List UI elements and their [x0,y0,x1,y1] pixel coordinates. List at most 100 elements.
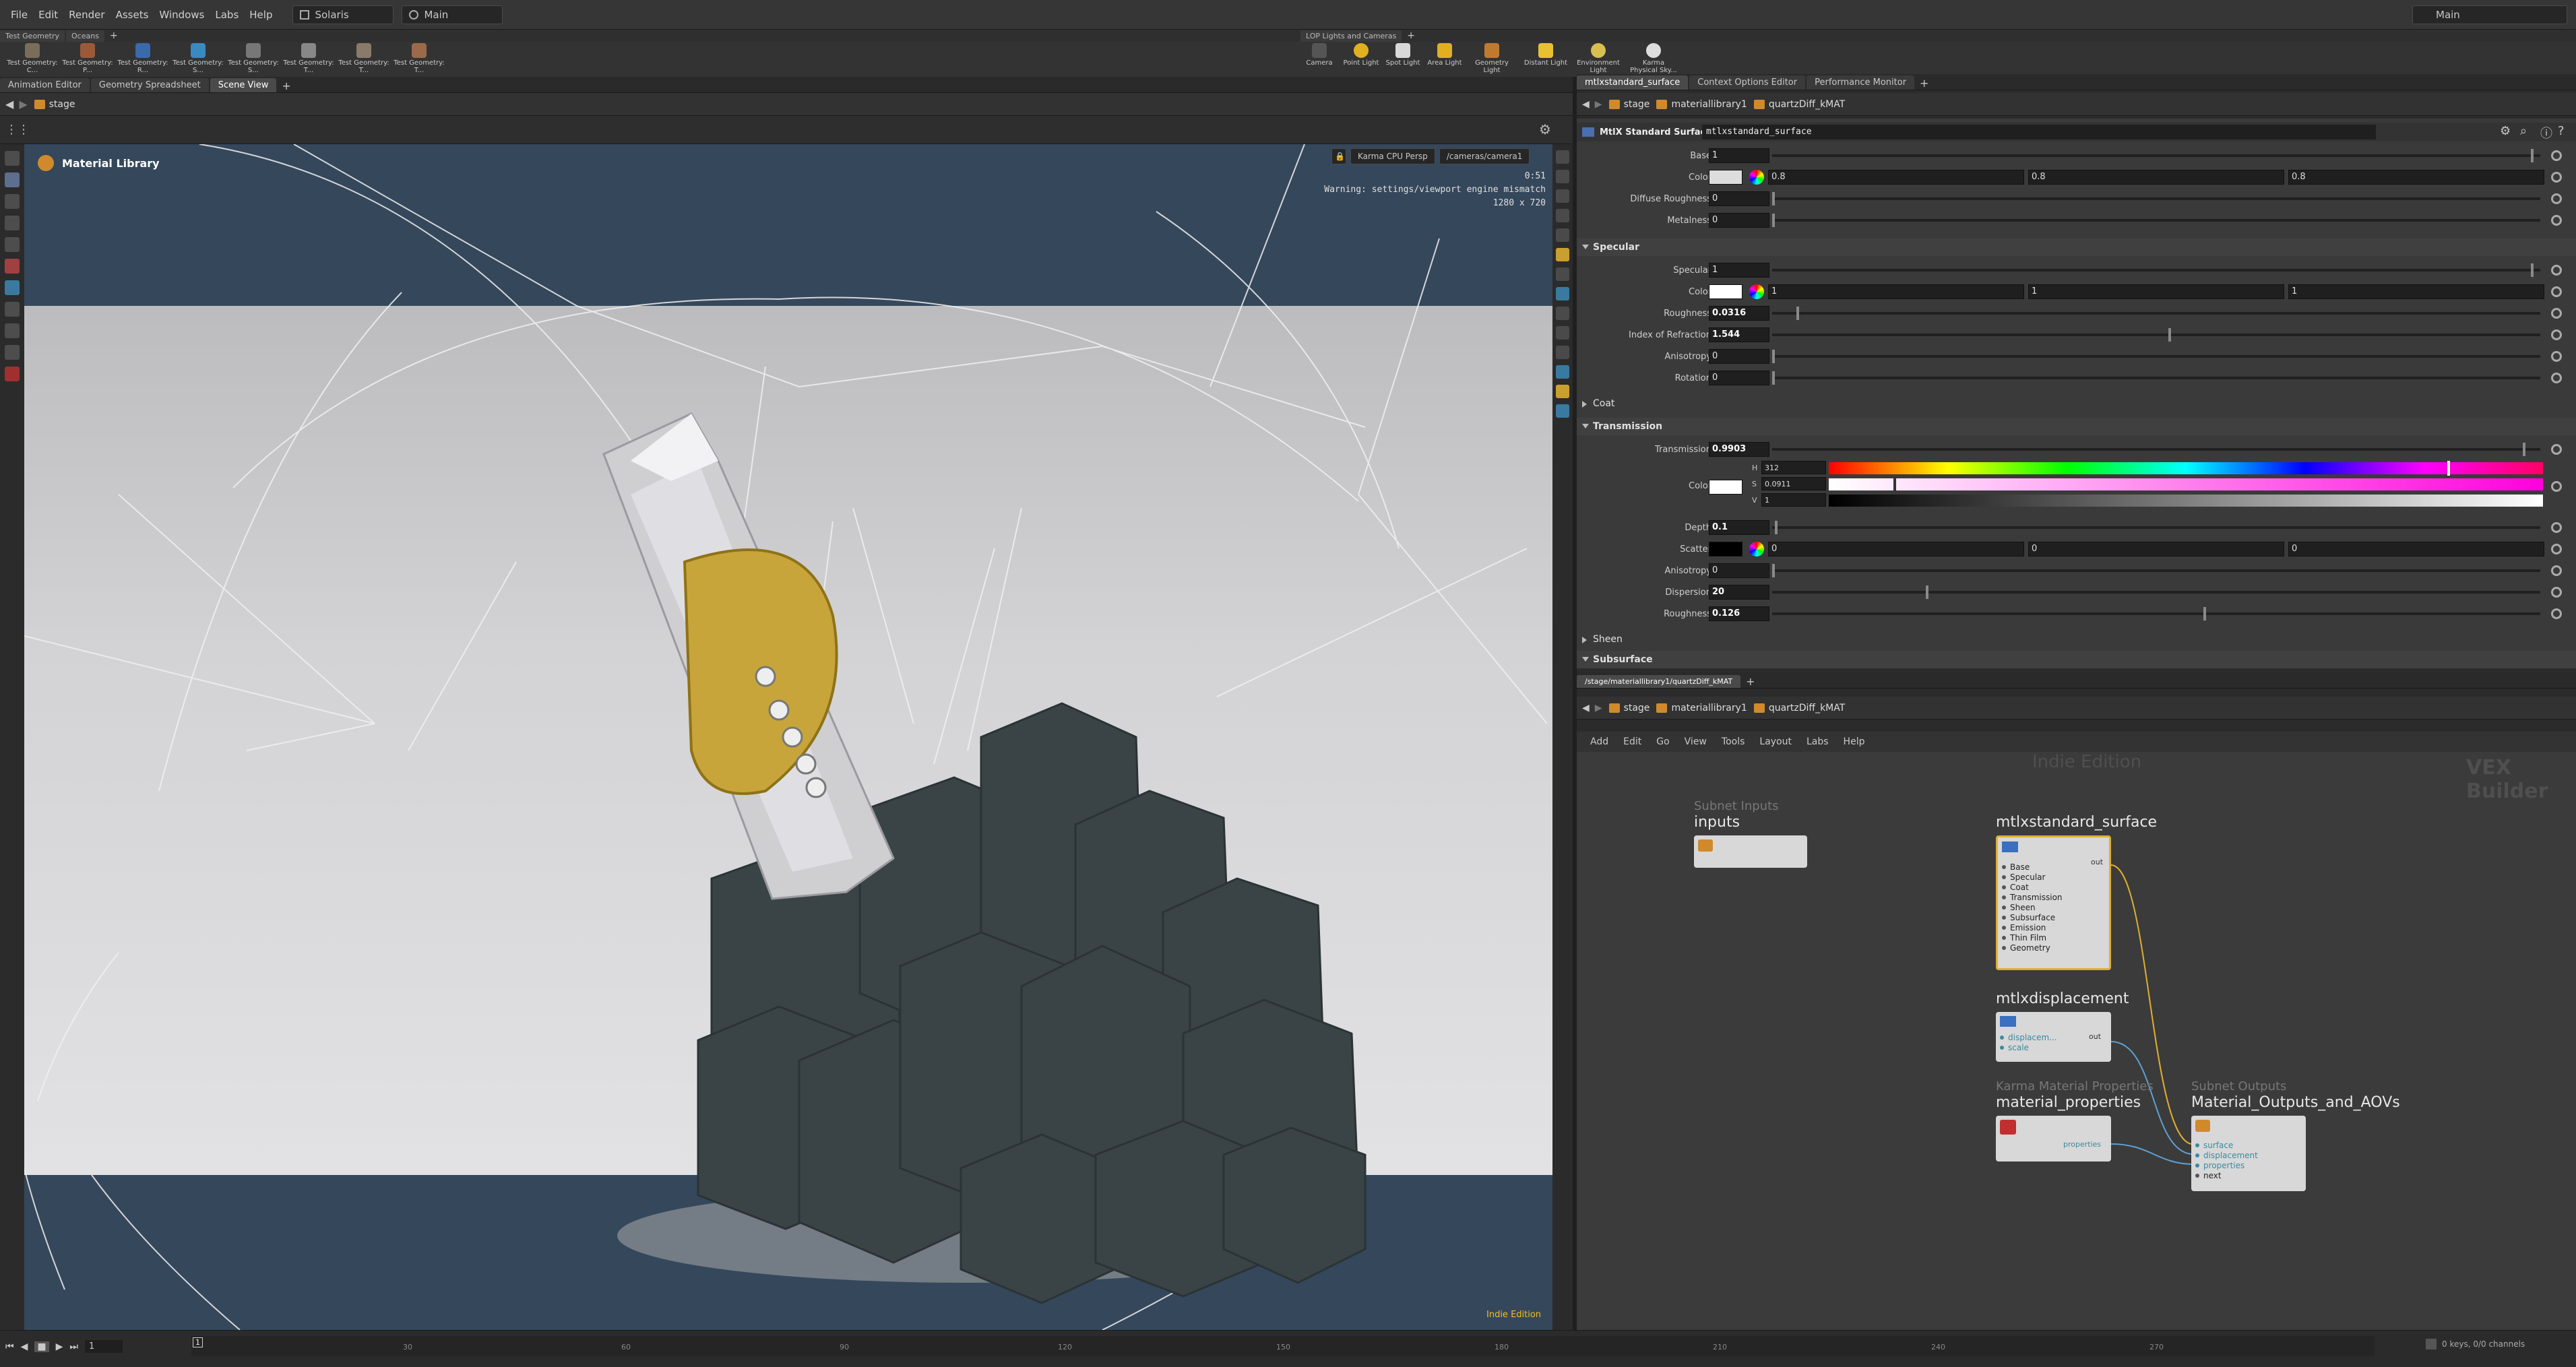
scene-viewport[interactable]: Material Library 🔒 Karma CPU Persp /came… [24,144,1552,1330]
add-tab-icon[interactable]: + [282,80,290,92]
view-tool-icon[interactable] [5,280,20,295]
color-b-field[interactable]: 1 [2288,284,2544,299]
color-r-field[interactable]: 1 [1768,284,2024,299]
camera-tool-icon[interactable] [5,345,20,360]
breadcrumb-material[interactable]: quartzDiff_kMAT [1753,99,1845,110]
shelf-tool-6[interactable]: Test Geometry: T... [338,42,389,77]
port-scale[interactable]: scale [2000,1042,2057,1052]
gear-icon[interactable] [2551,608,2562,619]
shelf-tool-4[interactable]: Test Geometry: S... [228,42,279,77]
tab-geometry-spreadsheet[interactable]: Geometry Spreadsheet [90,78,209,92]
transmission-field[interactable]: 0.9903 [1709,442,1769,457]
desktop-select[interactable]: Solaris [292,5,394,24]
ior-slider[interactable] [1772,328,2540,342]
trans-roughness-field[interactable]: 0.126 [1709,606,1769,621]
select-tool-icon[interactable] [5,151,20,166]
gear-icon[interactable] [2551,565,2562,576]
forward-arrow-icon[interactable]: ▶ [1595,99,1602,110]
port-next[interactable]: next [2195,1170,2258,1180]
breadcrumb-materiallibrary[interactable]: materiallibrary1 [1656,703,1747,713]
node-inputs[interactable] [1694,835,1807,868]
anisotropy-slider[interactable] [1772,350,2540,363]
color-g-field[interactable]: 1 [2028,284,2284,299]
menu-labs[interactable]: Labs [215,9,239,21]
section-transmission[interactable]: Transmission [1577,418,2576,435]
port-displacement[interactable]: displacem... [2000,1032,2057,1042]
rotate-tool-icon[interactable] [5,216,20,230]
timeline-track[interactable]: 1 30 60 90 120 150 180 210 240 270 [191,1336,2375,1356]
shelf-tab-lop-lights[interactable]: LOP Lights and Cameras [1300,30,1402,42]
add-shelf-icon[interactable]: + [110,30,118,41]
menu-help[interactable]: Help [249,9,272,21]
play-icon[interactable]: ▶ [56,1341,63,1352]
diffuse-roughness-slider[interactable] [1772,192,2540,205]
pose-tool-icon[interactable] [5,302,20,317]
add-shelf-icon[interactable]: + [1407,30,1415,41]
tab-scene-view[interactable]: Scene View [210,78,277,92]
menu-assets[interactable]: Assets [116,9,149,21]
gear-icon[interactable]: ⚙ [1539,121,1551,137]
color-r-field[interactable]: 0 [1768,542,2024,557]
tab-network-path[interactable]: /stage/materiallibrary1/quartzDiff_kMAT [1577,675,1741,688]
breadcrumb-stage[interactable]: stage [1608,99,1650,110]
tab-animation-editor[interactable]: Animation Editor [0,78,90,92]
diffuse-roughness-field[interactable]: 0 [1709,191,1769,206]
gear-icon[interactable] [2551,215,2562,226]
section-subsurface[interactable]: Subsurface [1577,651,2576,668]
color-swatch[interactable] [1709,284,1742,299]
breadcrumb-material[interactable]: quartzDiff_kMAT [1753,703,1845,713]
renderer-menu[interactable]: Karma CPU Persp [1350,148,1435,164]
light-tool-icon[interactable] [5,323,20,338]
gear-icon[interactable] [2551,351,2562,362]
rotation-slider[interactable] [1772,371,2540,385]
color-wheel-icon[interactable] [1749,170,1764,185]
hue-slider[interactable] [1829,461,2543,476]
camera-menu[interactable]: /cameras/camera1 [1439,148,1530,164]
color-b-field[interactable]: 0 [2288,542,2544,557]
node-name-field[interactable]: mtlxstandard_surface [1702,125,2376,139]
shelf-tool-7[interactable]: Test Geometry: T... [394,42,445,77]
port-transmission[interactable]: Transmission [2002,892,2063,902]
value-field[interactable]: 1 [1761,493,1826,507]
anisotropy-field[interactable]: 0 [1709,349,1769,364]
color-r-field[interactable]: 0.8 [1768,170,2024,185]
port-coat[interactable]: Coat [2002,882,2063,892]
shelf-tool-0[interactable]: Test Geometry: C... [7,42,58,77]
menu-edit[interactable]: Edit [38,9,58,21]
gear-icon[interactable] [2551,544,2562,554]
saturation-slider[interactable] [1829,477,2543,492]
display-option-icon[interactable] [1556,385,1569,398]
trans-roughness-slider[interactable] [1772,607,2540,621]
trans-anisotropy-slider[interactable] [1772,564,2540,577]
current-frame-field[interactable]: 1 [85,1340,123,1353]
gear-icon[interactable] [2551,150,2562,161]
color-swatch[interactable] [1709,480,1742,495]
specular-roughness-field[interactable]: 0.0316 [1709,306,1769,321]
shelf-tool-3[interactable]: Test Geometry: S... [172,42,224,77]
node-mtlxstandard-surface[interactable]: out Base Specular Coat Transmission Shee… [1996,835,2111,970]
first-frame-icon[interactable]: ⏮ [5,1341,14,1352]
step-back-icon[interactable]: ◀ [21,1341,28,1352]
color-wheel-icon[interactable] [1749,284,1764,299]
breadcrumb-materiallibrary[interactable]: materiallibrary1 [1656,99,1747,110]
base-field[interactable]: 1 [1709,148,1769,163]
shelf-tool-distant-light[interactable]: Distant Light [1520,42,1571,77]
tab-performance-monitor[interactable]: Performance Monitor [1807,75,1915,90]
info-icon[interactable]: ⓘ [2540,124,2552,141]
color-swatch[interactable] [1709,170,1742,185]
gear-icon[interactable] [2551,286,2562,297]
gear-icon[interactable] [2551,265,2562,276]
node-material-properties[interactable]: properties [1996,1116,2111,1162]
forward-arrow-icon[interactable]: ▶ [1595,703,1602,713]
menu-windows[interactable]: Windows [159,9,204,21]
shelf-tab-test-geometry[interactable]: Test Geometry [0,30,65,42]
gear-icon[interactable]: ⚙ [2500,124,2511,138]
shelf-tool-env-light[interactable]: Environment Light [1573,42,1624,77]
shelf-tool-area-light[interactable]: Area Light [1419,42,1470,77]
node-mtlxdisplacement[interactable]: out displacem... scale [1996,1012,2111,1062]
shelf-tool-5[interactable]: Test Geometry: T... [283,42,334,77]
color-g-field[interactable]: 0 [2028,542,2284,557]
depth-field[interactable]: 0.1 [1709,520,1769,535]
trans-anisotropy-field[interactable]: 0 [1709,563,1769,578]
gear-icon[interactable] [2551,329,2562,340]
